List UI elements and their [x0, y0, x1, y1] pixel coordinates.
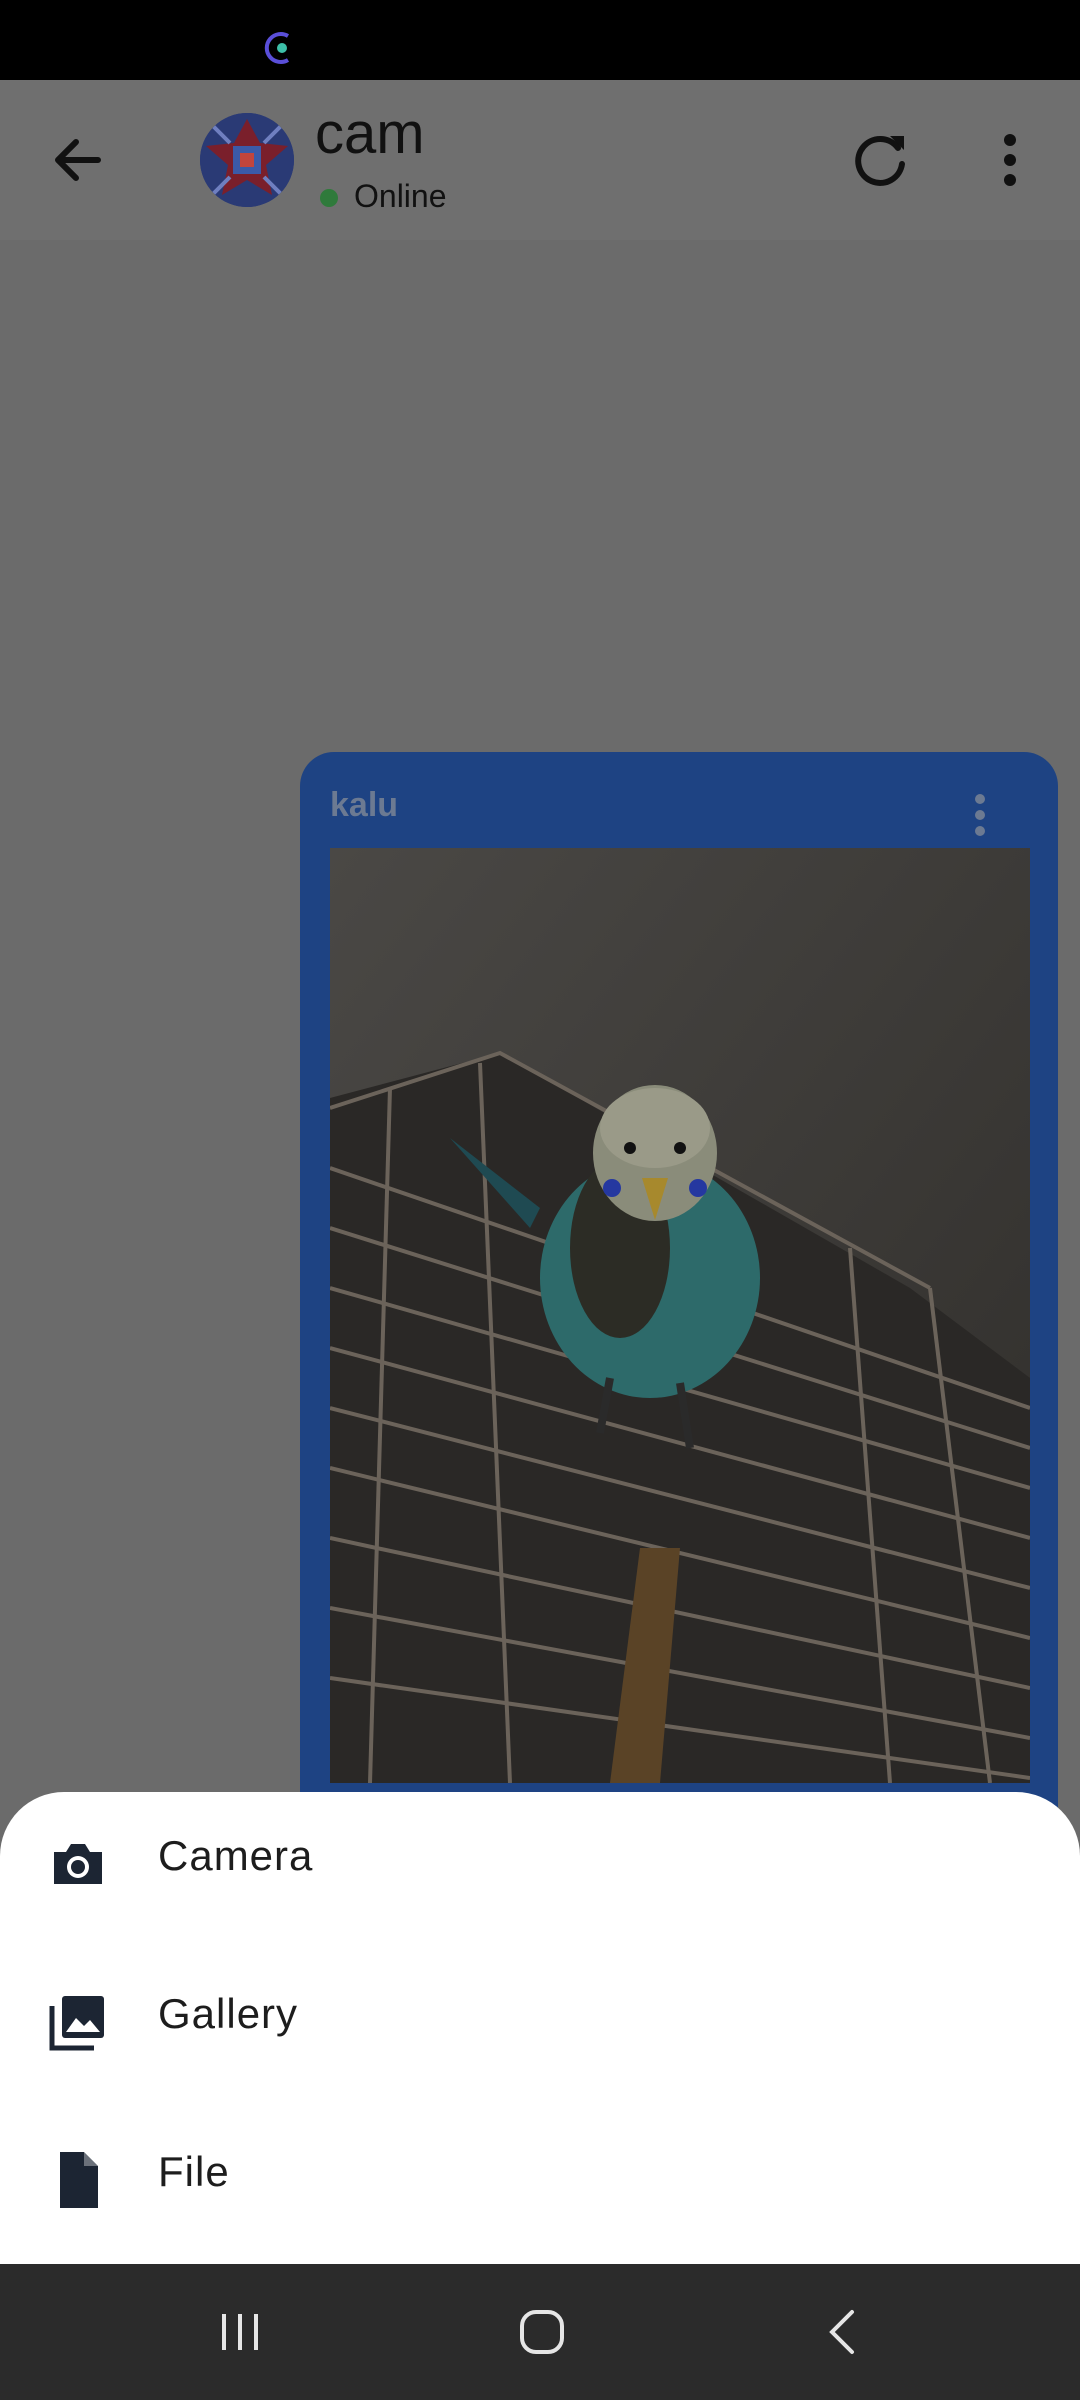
arrow-back-icon[interactable] [40, 120, 120, 200]
file-icon [60, 2152, 98, 2208]
attach-file-option[interactable]: File [0, 2108, 1080, 2264]
more-vert-icon[interactable] [970, 120, 1050, 200]
refresh-icon[interactable] [840, 120, 920, 200]
online-status-dot [320, 189, 338, 207]
attach-camera-option[interactable]: Camera [0, 1792, 1080, 1948]
recents-icon[interactable] [200, 2292, 280, 2372]
gallery-icon [49, 1996, 104, 2051]
app-notification-icon [264, 32, 290, 64]
attach-gallery-option[interactable]: Gallery [0, 1950, 1080, 2106]
nav-back-icon[interactable] [804, 2292, 884, 2372]
budgie-on-cage-image [330, 848, 1030, 1783]
sender-name: kalu [330, 786, 399, 824]
gallery-label: Gallery [158, 1990, 299, 2037]
message-photo[interactable] [330, 848, 1030, 1783]
chat-header: cam Online [0, 80, 1080, 240]
camera-label: Camera [158, 1832, 314, 1879]
system-nav-bar [0, 2264, 1080, 2400]
avatar[interactable] [200, 113, 294, 207]
contact-status: Online [354, 178, 447, 214]
camera-icon [54, 1844, 102, 1884]
attachment-sheet: Camera Gallery File [0, 1792, 1080, 2264]
message-menu-icon[interactable] [960, 790, 1000, 840]
status-bar [0, 0, 1080, 80]
home-icon[interactable] [502, 2292, 582, 2372]
avatar-pattern-icon [200, 113, 294, 207]
contact-name: cam [315, 101, 425, 166]
image-message-bubble[interactable]: kalu [300, 752, 1058, 1852]
file-label: File [158, 2148, 230, 2195]
